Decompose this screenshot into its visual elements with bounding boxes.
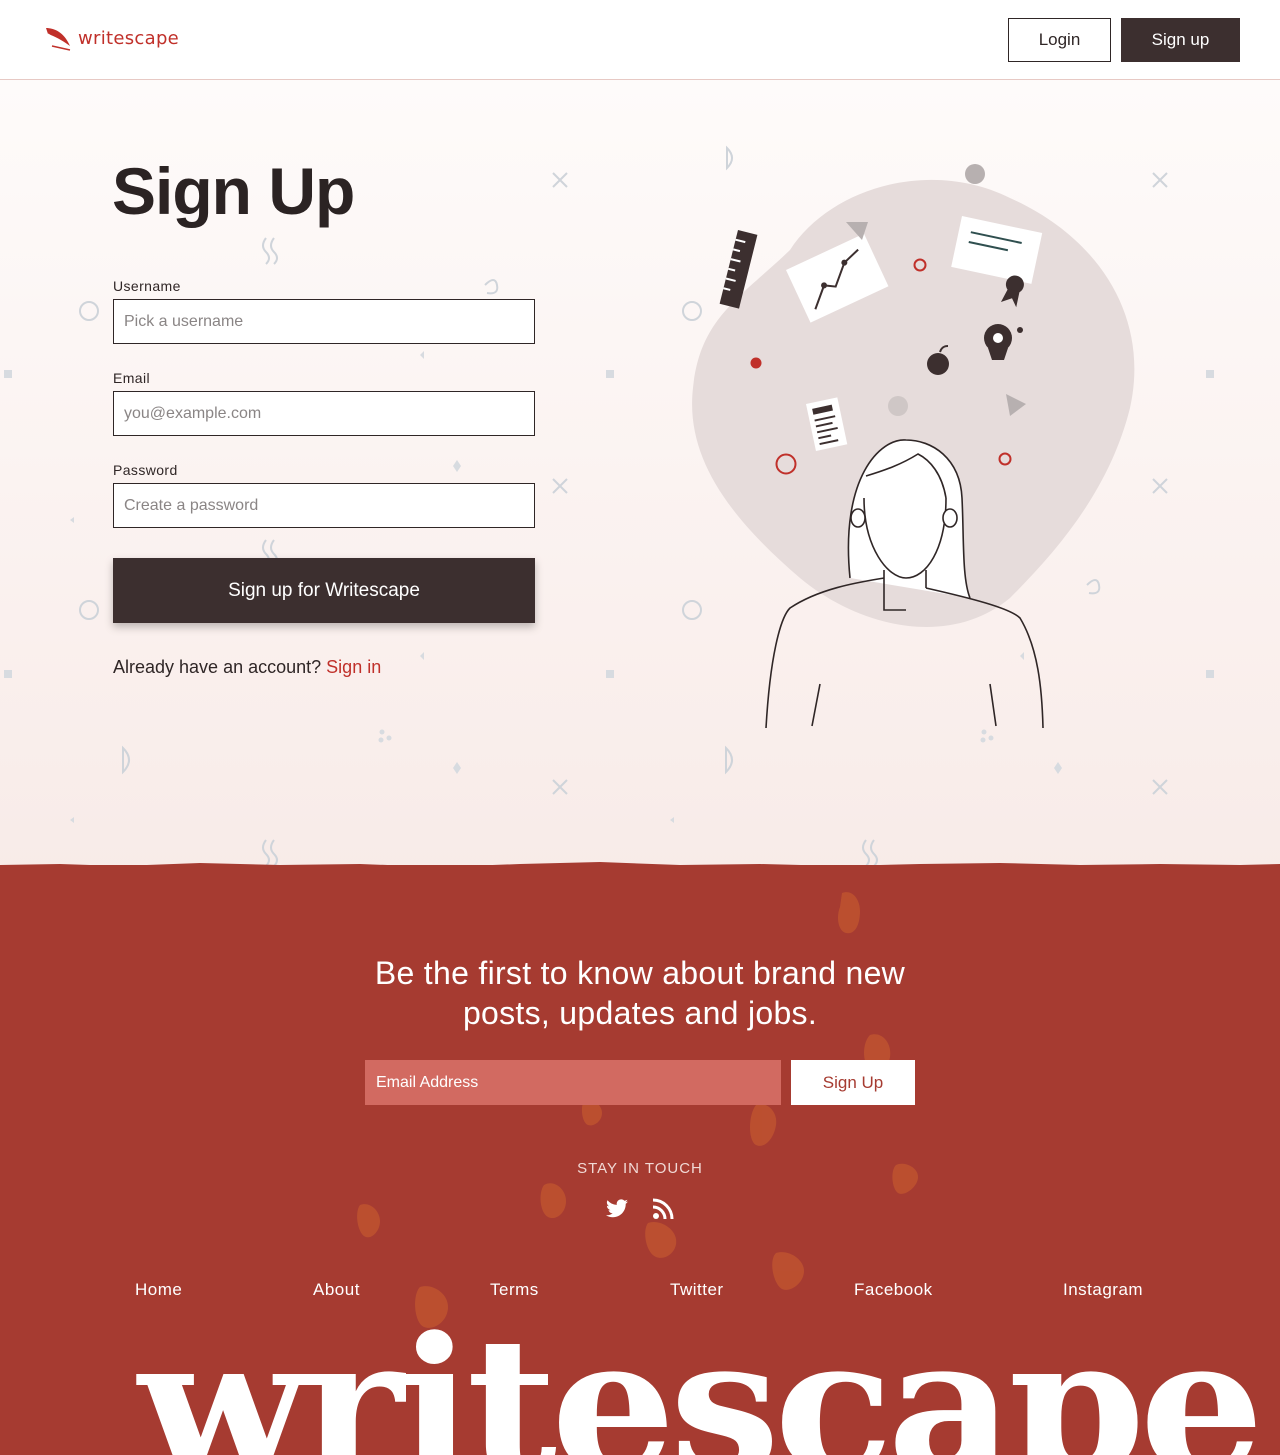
site-footer: Be the first to know about brand new pos… — [0, 865, 1280, 1455]
username-label: Username — [113, 278, 181, 294]
signup-submit-button[interactable]: Sign up for Writescape — [113, 558, 535, 623]
logo[interactable]: writescape — [44, 24, 179, 52]
stay-in-touch-heading: STAY IN TOUCH — [577, 1160, 703, 1177]
logo-text: writescape — [78, 27, 180, 49]
signup-section: Sign Up Username Email Password Sign up … — [0, 80, 1280, 880]
torn-paper-edge — [0, 862, 1280, 875]
email-label: Email — [113, 370, 151, 386]
newsletter-email-input[interactable] — [365, 1060, 781, 1105]
rss-icon[interactable] — [651, 1197, 675, 1221]
newsletter-signup-button[interactable]: Sign Up — [791, 1060, 915, 1105]
password-input[interactable] — [113, 483, 535, 528]
dotted-circle — [965, 164, 985, 184]
page-title: Sign Up — [112, 154, 355, 228]
twitter-icon[interactable] — [604, 1197, 630, 1221]
quill-logo-icon — [46, 28, 71, 51]
footer-wordmark: writescape — [138, 1296, 1264, 1455]
newsletter-title: Be the first to know about brand new pos… — [374, 955, 906, 1031]
signin-prompt: Already have an account? Sign in — [113, 657, 381, 678]
username-input[interactable] — [113, 299, 535, 344]
signin-link[interactable]: Sign in — [326, 657, 381, 677]
already-have-account-text: Already have an account? — [113, 657, 322, 677]
email-input[interactable] — [113, 391, 535, 436]
site-header: writescape Login Sign up — [0, 0, 1280, 80]
login-button[interactable]: Login — [1008, 18, 1111, 62]
header-signup-button[interactable]: Sign up — [1121, 18, 1240, 62]
password-label: Password — [113, 462, 178, 478]
student-illustration — [692, 164, 1135, 729]
